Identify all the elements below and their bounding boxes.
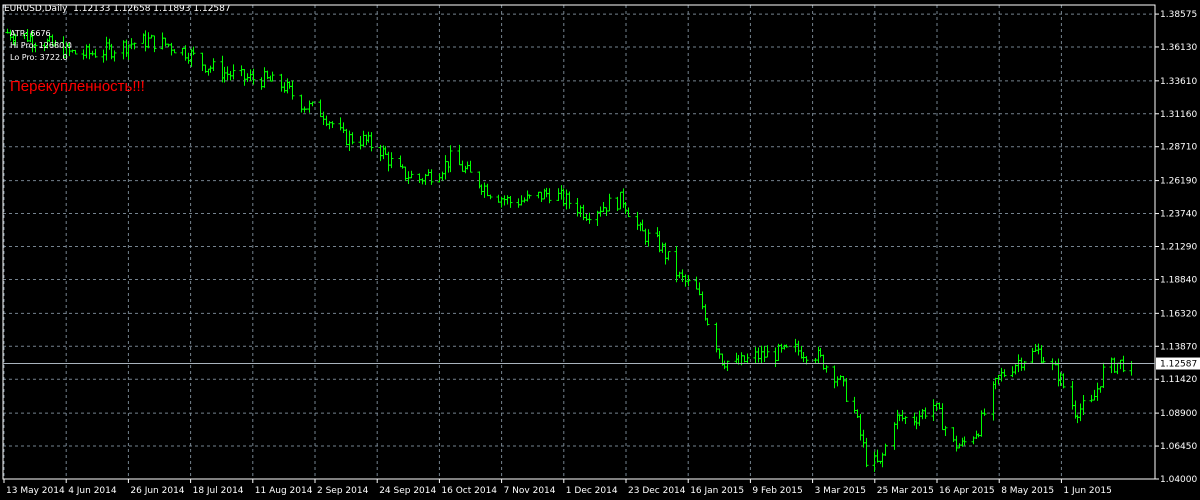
- x-tick-label: 1 Dec 2014: [566, 486, 618, 496]
- x-tick-label: 18 Jul 2014: [193, 486, 244, 496]
- y-tick-label: 1.13870: [1160, 342, 1197, 352]
- x-tick-label: 11 Aug 2014: [255, 486, 313, 496]
- x-tick-label: 13 May 2014: [6, 486, 65, 496]
- x-tick-label: 23 Dec 2014: [628, 486, 686, 496]
- y-tick-label: 1.04000: [1160, 475, 1197, 485]
- x-tick-label: 4 Jun 2014: [68, 486, 117, 496]
- current-price-label: 1.12587: [1160, 360, 1197, 370]
- y-tick-label: 1.21290: [1160, 243, 1197, 253]
- x-tick-label: 16 Oct 2014: [441, 486, 497, 496]
- chart-window: 13 May 2014 4 Jun 2014 26 Jun 2014 18 Jul 2…: [0, 0, 1200, 500]
- x-tick-label: 2 Sep 2014: [317, 486, 369, 496]
- plot-frame: [2, 4, 1156, 480]
- x-tick-label: 16 Apr 2015: [939, 486, 995, 496]
- symbol-header: EURUSD,Daily 1.12133 1.12658 1.11893 1.1…: [4, 4, 231, 14]
- y-tick-label: 1.26190: [1160, 177, 1197, 187]
- x-tick-label: 24 Sep 2014: [379, 486, 436, 496]
- y-tick-label: 1.06450: [1160, 442, 1197, 452]
- y-tick-label: 1.36130: [1160, 43, 1197, 53]
- symbol-label: EURUSD,Daily: [4, 4, 68, 14]
- y-tick-label: 1.31160: [1160, 110, 1197, 120]
- y-tick-label: 1.08900: [1160, 409, 1197, 419]
- y-tick-label: 1.28710: [1160, 143, 1197, 153]
- y-tick-label: 1.11420: [1160, 375, 1197, 385]
- y-tick-label: 1.18840: [1160, 275, 1197, 285]
- x-tick-label: 3 Mar 2015: [815, 486, 866, 496]
- x-tick-label: 8 May 2015: [1001, 486, 1054, 496]
- y-tick-label: 1.23740: [1160, 210, 1197, 220]
- lo-pro-value: Lo Pro: 3722.0: [10, 53, 68, 62]
- overbought-annotation: Перекупленность!!!: [10, 78, 145, 95]
- hi-pro-value: Hi Pro: 12680.0: [10, 41, 72, 50]
- y-tick-label: 1.16320: [1160, 309, 1197, 319]
- x-tick-label: 25 Mar 2015: [877, 486, 934, 496]
- x-tick-label: 16 Jan 2015: [690, 486, 744, 496]
- x-tick-label: 26 Jun 2014: [130, 486, 184, 496]
- x-tick-label: 7 Nov 2014: [504, 486, 556, 496]
- x-tick-label: 9 Feb 2015: [752, 486, 802, 496]
- atr-value: ATR: 6676: [10, 29, 51, 38]
- y-tick-label: 1.38575: [1160, 10, 1197, 20]
- x-tick-label: 1 Jun 2015: [1063, 486, 1111, 496]
- ohlc-values: 1.12133 1.12658 1.11893 1.12587: [73, 4, 231, 14]
- price-chart[interactable]: 13 May 2014 4 Jun 2014 26 Jun 2014 18 Jul 2…: [0, 0, 1200, 500]
- y-tick-label: 1.33610: [1160, 77, 1197, 87]
